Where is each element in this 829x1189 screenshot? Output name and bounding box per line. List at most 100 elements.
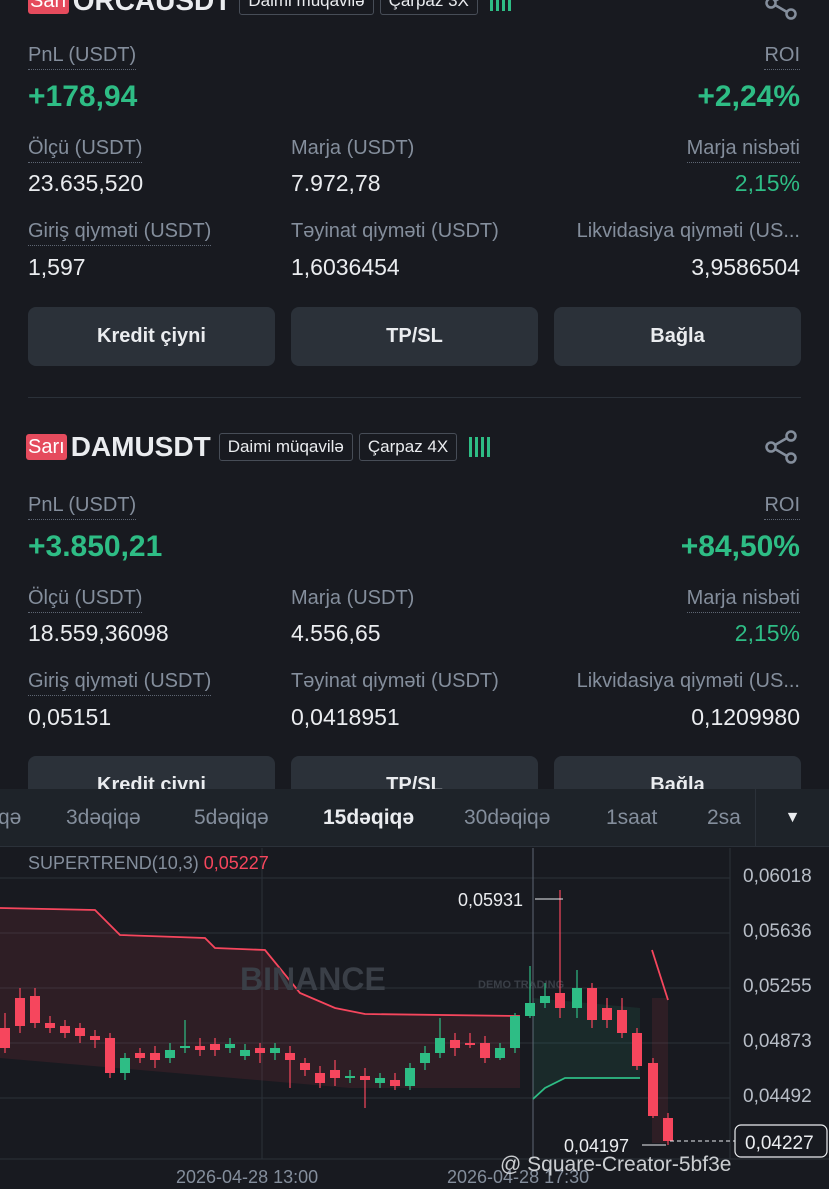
signal-bars-icon [469, 437, 491, 457]
roi-value: +84,50% [680, 530, 800, 563]
candle-body [120, 1058, 130, 1073]
chevron-down-icon[interactable]: ▼ [755, 789, 829, 847]
margin-ratio-value: 2,15% [734, 620, 800, 646]
mark-price-value: 1,6036454 [291, 254, 400, 280]
margin-mode-tag[interactable]: Çarpaz 3X [379, 0, 478, 15]
candle-body [90, 1036, 100, 1040]
candle-body [360, 1076, 370, 1080]
liq-price-label: Likvidasiya qiyməti (US... [576, 220, 800, 242]
entry-price-value: 1,597 [28, 254, 86, 280]
size-label: Ölçü (USDT) [28, 587, 143, 613]
chart-canvas[interactable]: BINANCE DEMO TRADING 0,05931 0,04197 0,0… [0, 848, 829, 1189]
margin-ratio-label: Marja nisbəti [686, 137, 800, 163]
supertrend-red-line-2 [651, 949, 669, 1001]
roi-value: +2,24% [697, 80, 800, 113]
candle-body [375, 1078, 385, 1083]
candle-body [555, 993, 565, 1008]
candle-body [195, 1046, 205, 1050]
indicator-value: 0,05227 [203, 853, 269, 873]
badge: Sarı [26, 434, 67, 460]
candle-body [390, 1080, 400, 1086]
margin-ratio-label: Marja nisbəti [686, 587, 800, 613]
contract-type-tag: Daimi müqavilə [218, 433, 353, 461]
divider [28, 397, 801, 398]
candle-body [30, 996, 40, 1023]
candle-body [663, 1118, 673, 1141]
timeframe-bar: qə 3dəqiqə 5dəqiqə 15dəqiqə 30dəqiqə 1sa… [0, 789, 829, 847]
margin-ratio-value: 2,15% [734, 170, 800, 196]
share-icon[interactable] [765, 0, 799, 20]
candle-body [510, 1016, 520, 1048]
timeframe-tab[interactable]: 5dəqiqə [194, 806, 269, 830]
candle-body [540, 996, 550, 1003]
mark-price-label: Təyinat qiyməti (USDT) [291, 220, 499, 242]
candle-body [300, 1063, 310, 1070]
candle-body [285, 1053, 295, 1060]
mark-price-value: 0,0418951 [291, 704, 400, 730]
margin-label: Marja (USDT) [291, 587, 415, 609]
pnl-label: PnL (USDT) [28, 44, 137, 70]
margin-value: 7.972,78 [291, 170, 381, 196]
timeframe-tab[interactable]: 30dəqiqə [464, 806, 550, 830]
share-icon[interactable] [765, 430, 799, 464]
size-value: 23.635,520 [28, 170, 144, 196]
signal-bars-icon [489, 0, 511, 11]
candle-body [45, 1023, 55, 1028]
position-header: Sarı ORCAUSDT Daimi müqavilə Çarpaz 3X [28, 0, 511, 18]
candle-body [105, 1038, 115, 1073]
candle-body [525, 1003, 535, 1016]
indicator-label[interactable]: SUPERTREND(10,3) 0,05227 [28, 853, 269, 874]
candle-body [225, 1044, 235, 1048]
price-axis-tick: 0,06018 [743, 866, 812, 887]
candle-body [587, 988, 597, 1020]
candle-body [495, 1048, 505, 1058]
timeframe-tab[interactable]: 2sa [707, 806, 741, 830]
watermark: BINANCE [240, 961, 386, 997]
leverage-button[interactable]: Kredit çiyni [28, 307, 275, 366]
position-header: Sarı DAMUSDT Daimi müqavilə Çarpaz 4X [26, 430, 491, 464]
badge: Sarı [28, 0, 69, 14]
candle-body [435, 1038, 445, 1053]
symbol[interactable]: ORCAUSDT [73, 0, 232, 17]
timeframe-tab[interactable]: 1saat [606, 806, 657, 830]
timeframe-tab[interactable]: 3dəqiqə [66, 806, 141, 830]
pnl-label: PnL (USDT) [28, 494, 137, 520]
entry-price-label: Giriş qiyməti (USDT) [28, 670, 212, 696]
candle-body [15, 998, 25, 1026]
candle-body [270, 1048, 280, 1053]
price-axis-tick: 0,04492 [743, 1086, 812, 1107]
price-axis-tick: 0,05636 [743, 921, 812, 942]
timeframe-tab[interactable]: qə [0, 806, 21, 830]
symbol[interactable]: DAMUSDT [71, 431, 211, 463]
roi-label: ROI [764, 494, 800, 520]
candle-body [648, 1063, 658, 1116]
price-axis-tick: 0,05255 [743, 976, 812, 997]
candlestick-chart[interactable]: BINANCE DEMO TRADING 0,05931 0,04197 0,0… [0, 848, 829, 1189]
liq-price-label: Likvidasiya qiyməti (US... [576, 670, 800, 692]
tpsl-button[interactable]: TP/SL [291, 307, 538, 366]
candle-body [330, 1070, 340, 1078]
candle-body [405, 1068, 415, 1086]
timeframe-tab-active[interactable]: 15dəqiqə [323, 806, 414, 830]
candle-body [602, 1008, 612, 1020]
candle-body [0, 1028, 10, 1048]
liq-price-value: 0,1209980 [691, 704, 800, 730]
margin-mode-tag[interactable]: Çarpaz 4X [358, 433, 458, 461]
size-label: Ölçü (USDT) [28, 137, 143, 163]
candle-body [450, 1040, 460, 1048]
candle-body [180, 1046, 190, 1048]
current-price-value: 0,04227 [745, 1133, 814, 1154]
watermark-sub: DEMO TRADING [478, 979, 564, 991]
candle-body [75, 1028, 85, 1036]
candle-body [240, 1050, 250, 1056]
candle-body [165, 1050, 175, 1058]
candle-body [150, 1053, 160, 1060]
margin-value: 4.556,65 [291, 620, 381, 646]
size-value: 18.559,36098 [28, 620, 169, 646]
entry-price-value: 0,05151 [28, 704, 112, 730]
margin-label: Marja (USDT) [291, 137, 415, 159]
candle-body [420, 1053, 430, 1063]
close-position-button[interactable]: Bağla [554, 307, 801, 366]
entry-price-label: Giriş qiyməti (USDT) [28, 220, 212, 246]
candle-body [465, 1043, 475, 1045]
